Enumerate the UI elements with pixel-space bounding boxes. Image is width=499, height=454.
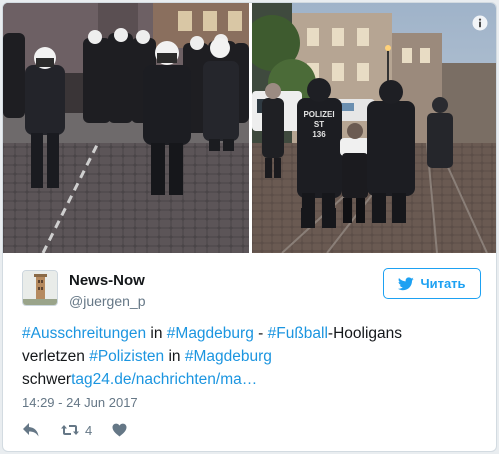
avatar[interactable] <box>22 270 58 306</box>
retweet-icon <box>61 425 79 435</box>
author-name[interactable]: News-Now <box>69 272 145 289</box>
tweet-text-run: schwer <box>22 371 72 388</box>
info-icon[interactable] <box>472 15 488 31</box>
hashtag-link[interactable]: #Magdeburg <box>185 348 272 365</box>
tweet-text-line-1: #Ausschreitungen in #Magdeburg - #Fußbal… <box>22 322 482 345</box>
retweet-count: 4 <box>85 422 93 438</box>
vest-label-line2: ST <box>314 120 324 129</box>
vest-label-line3: 136 <box>312 130 326 139</box>
photo-police-line[interactable] <box>3 3 249 253</box>
tweet-text-run: in <box>164 348 185 365</box>
like-button[interactable] <box>112 423 127 437</box>
author-handle[interactable]: @juergen_p <box>69 293 146 309</box>
reply-button[interactable] <box>22 422 40 438</box>
vest-label-line1: POLIZEI <box>303 110 334 119</box>
tweet-text-line-3: schwertag24.de/nachrichten/ma… <box>22 368 482 391</box>
hashtag-link[interactable]: #Magdeburg <box>167 325 254 342</box>
tweet-timestamp[interactable]: 14:29 - 24 Jun 2017 <box>22 395 138 410</box>
tweet-text-run: in <box>146 325 167 342</box>
hashtag-link[interactable]: #Ausschreitungen <box>22 325 146 342</box>
reply-icon <box>23 423 39 437</box>
article-link[interactable]: tag24.de/nachrichten/ma… <box>71 371 257 388</box>
hashtag-link[interactable]: #Fußball <box>268 325 328 342</box>
photo-arrest[interactable]: POLIZEI ST 136 <box>252 3 496 253</box>
follow-button[interactable]: Читать <box>383 268 481 299</box>
hashtag-link[interactable]: #Polizisten <box>89 348 164 365</box>
tweet-actions: 4 <box>22 421 127 439</box>
tweet-text-line-2: verletzen #Polizisten in #Magdeburg <box>22 345 482 368</box>
tweet-media[interactable]: POLIZEI ST 136 <box>3 3 496 253</box>
retweet-button[interactable]: 4 <box>60 423 92 438</box>
tweet-text-run: - <box>253 325 268 342</box>
tweet-text: #Ausschreitungen in #Magdeburg - #Fußbal… <box>22 322 482 391</box>
follow-button-label: Читать <box>420 276 466 291</box>
tweet-text-run: verletzen <box>22 348 90 365</box>
tweet-text-run: -Hooligans <box>327 325 403 342</box>
heart-icon <box>112 423 127 437</box>
tweet-card: POLIZEI ST 136 News-Now @juergen_p Читат… <box>2 2 497 452</box>
twitter-bird-icon <box>398 276 415 290</box>
